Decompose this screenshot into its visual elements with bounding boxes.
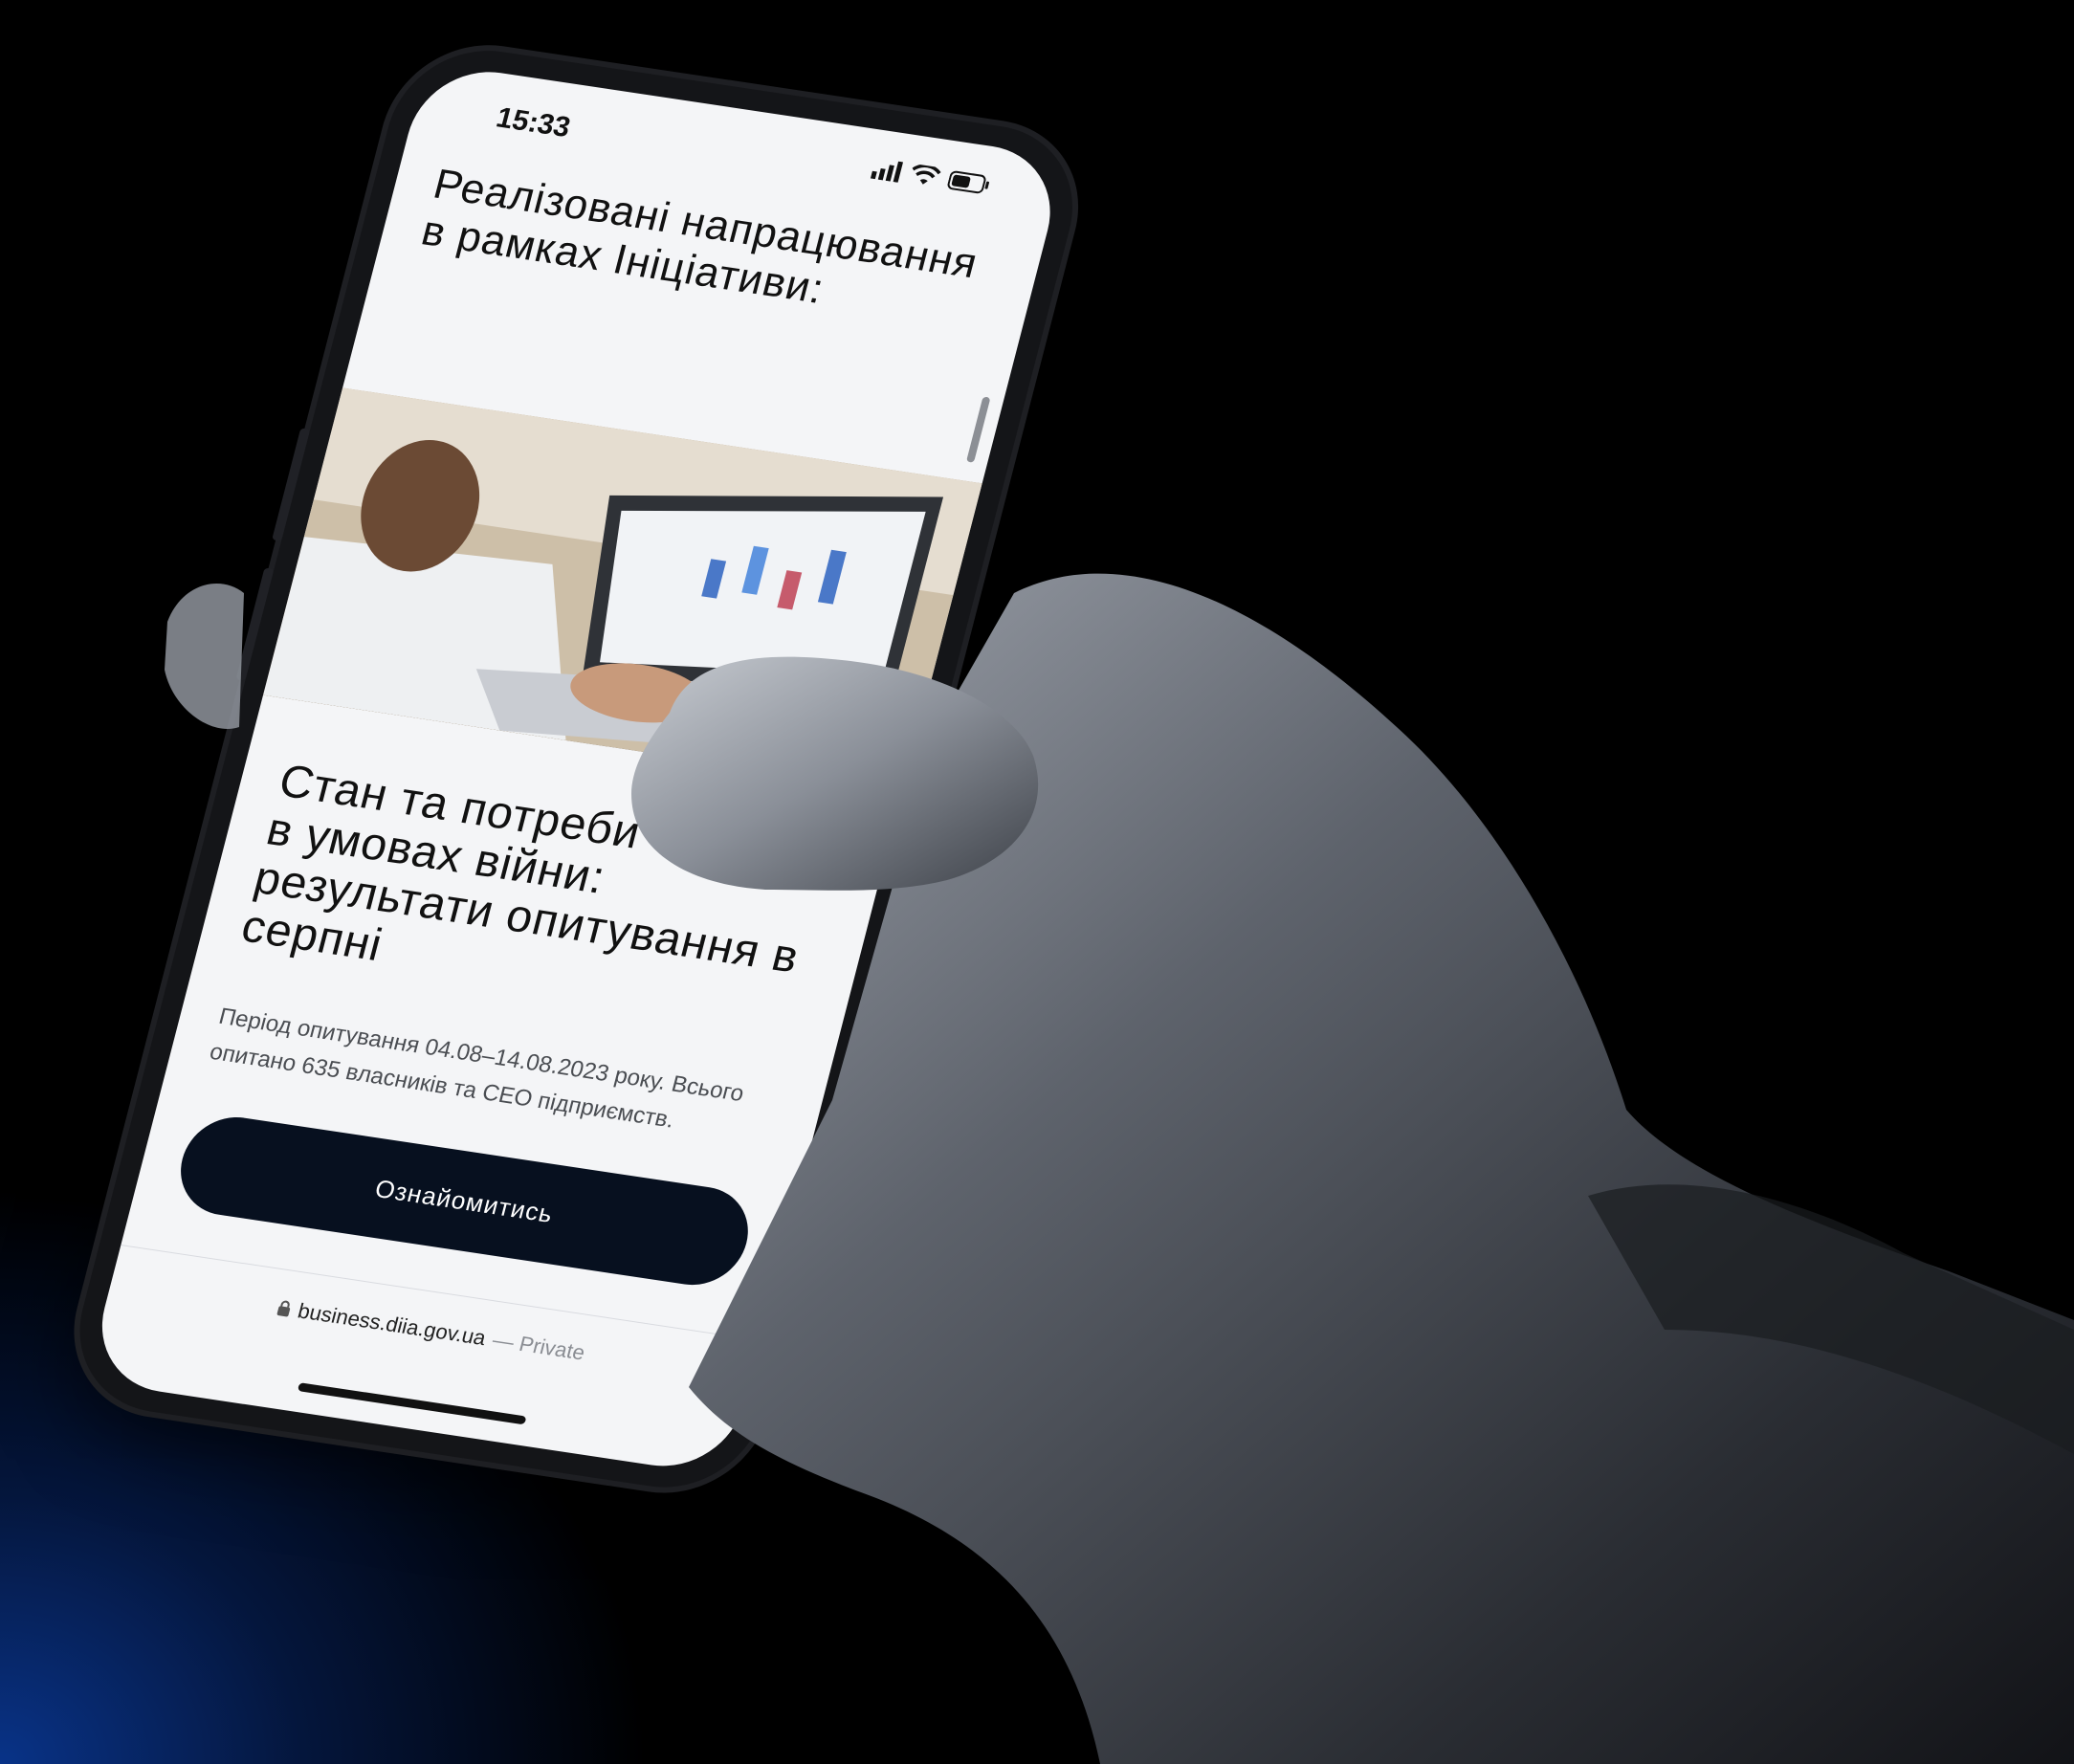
scene: 15:33 Реалізовані напрацювання в рамках … (0, 0, 2074, 1764)
hand-illustration (165, 573, 2074, 1764)
